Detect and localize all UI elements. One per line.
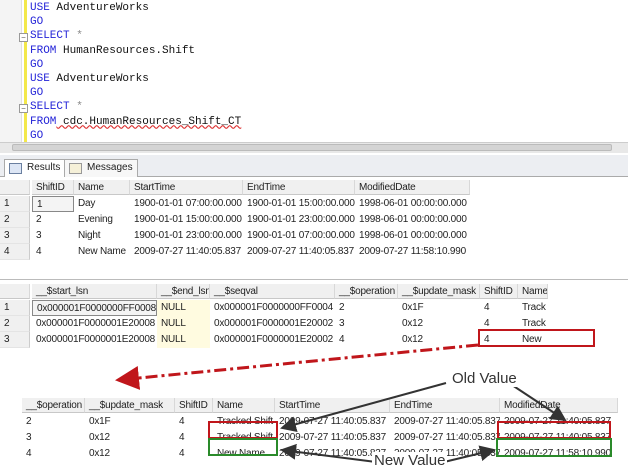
old-value-label: Old Value	[450, 370, 519, 387]
arrow-old-date	[511, 384, 567, 422]
arrow-new-date	[443, 445, 496, 463]
annotation-arrows	[115, 343, 567, 463]
arrow-old-name	[280, 382, 447, 433]
new-value-label: New Value	[372, 452, 448, 469]
arrow-new-name	[280, 443, 377, 463]
dashed-arrow	[115, 343, 479, 390]
